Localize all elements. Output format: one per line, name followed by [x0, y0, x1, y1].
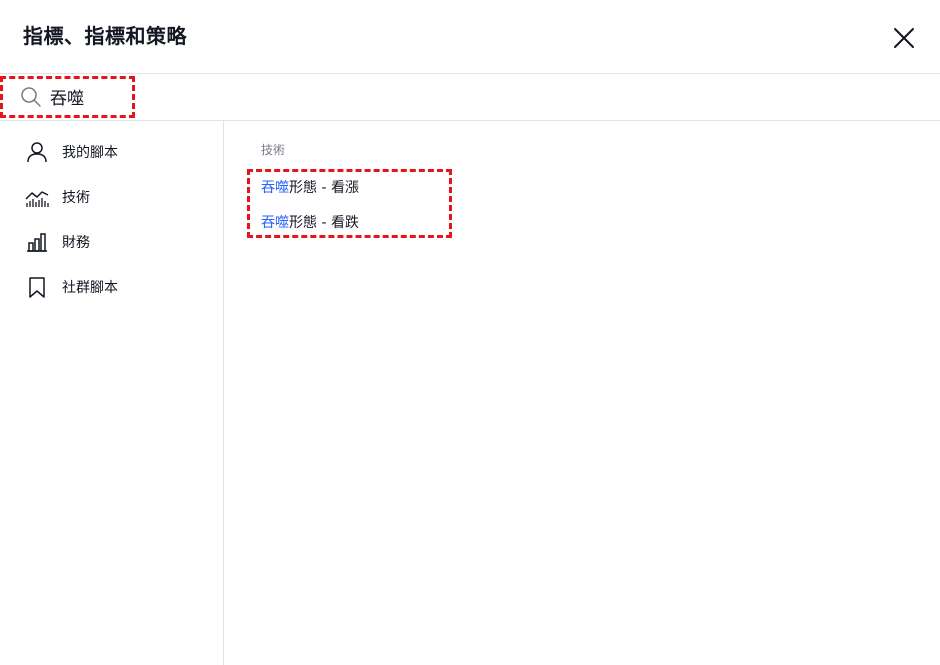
sidebar-item-label: 社群腳本 — [62, 280, 118, 296]
sidebar-item-financials[interactable]: 財務 — [0, 224, 224, 260]
search-input[interactable] — [50, 84, 130, 108]
sidebar-item-label: 技術 — [62, 190, 90, 206]
result-rest-text: 形態 - 看漲 — [289, 180, 359, 196]
result-item-bullish-engulfing[interactable]: 吞噬形態 - 看漲 — [261, 177, 359, 197]
bar-chart-icon — [25, 230, 49, 254]
result-rest-text: 形態 - 看跌 — [289, 215, 359, 231]
close-icon[interactable] — [890, 24, 918, 52]
search-icon — [20, 86, 42, 108]
sidebar-item-my-scripts[interactable]: 我的腳本 — [0, 134, 224, 170]
search-bar — [0, 74, 940, 121]
sidebar-item-label: 我的腳本 — [62, 145, 118, 161]
technical-chart-icon — [25, 185, 49, 209]
result-item-bearish-engulfing[interactable]: 吞噬形態 - 看跌 — [261, 212, 359, 232]
dialog-header: 指標、指標和策略 — [0, 0, 940, 74]
results-panel: 技術 吞噬形態 - 看漲 吞噬形態 - 看跌 — [224, 121, 940, 665]
result-match-text: 吞噬 — [261, 215, 289, 231]
results-section-label: 技術 — [261, 143, 286, 157]
sidebar-item-label: 財務 — [62, 235, 90, 251]
bookmark-icon — [25, 275, 49, 299]
user-icon — [25, 140, 49, 164]
sidebar-item-technicals[interactable]: 技術 — [0, 179, 224, 215]
sidebar-item-community-scripts[interactable]: 社群腳本 — [0, 269, 224, 305]
dialog-title: 指標、指標和策略 — [23, 24, 187, 48]
category-sidebar: 我的腳本 技術 財務 社群腳本 — [0, 121, 224, 665]
result-match-text: 吞噬 — [261, 180, 289, 196]
